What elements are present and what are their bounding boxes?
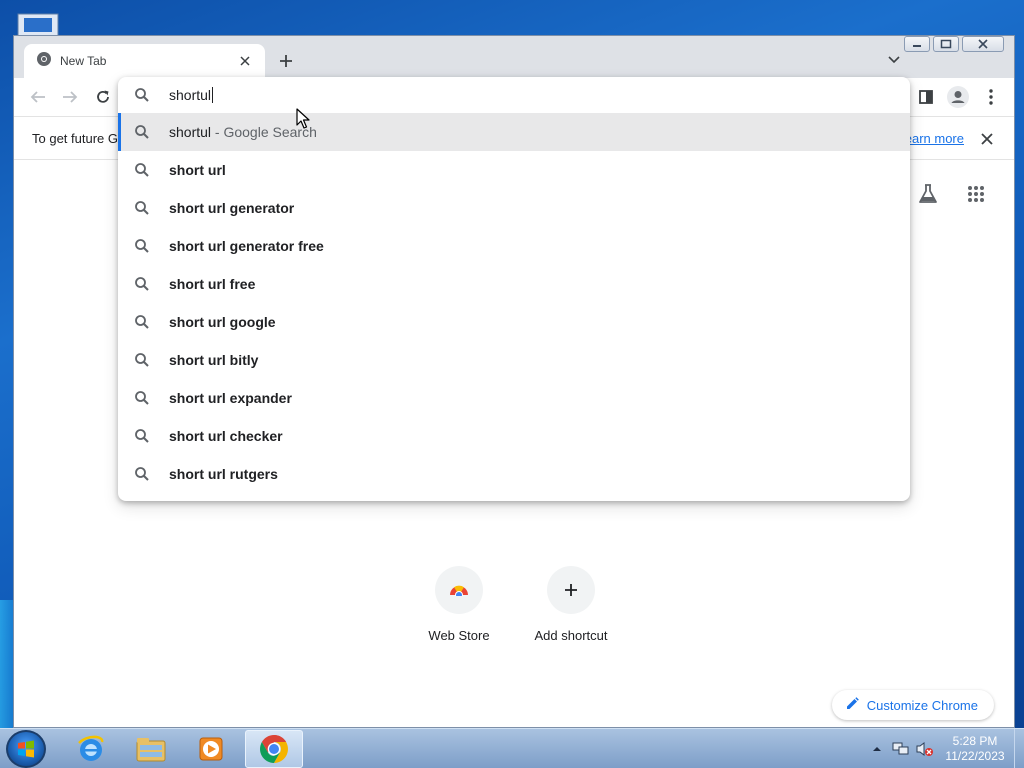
- desktop-wallpaper-accent: [0, 600, 14, 730]
- taskbar-file-explorer-icon[interactable]: [122, 730, 180, 768]
- web-store-icon: [435, 566, 483, 614]
- search-icon: [134, 428, 150, 444]
- tab-close-icon[interactable]: [237, 53, 253, 69]
- search-icon: [134, 162, 150, 178]
- suggestion-text: short url: [169, 162, 226, 178]
- omnibox-suggestion[interactable]: short url rutgers: [118, 455, 910, 493]
- network-icon[interactable]: [892, 740, 910, 758]
- search-icon: [134, 352, 150, 368]
- omnibox-suggestion[interactable]: shortul - Google Search: [118, 113, 910, 151]
- side-panel-button[interactable]: [914, 85, 938, 109]
- start-button[interactable]: [6, 730, 46, 768]
- show-hidden-icons-icon[interactable]: [868, 740, 886, 758]
- omnibox-suggestion[interactable]: short url generator: [118, 189, 910, 227]
- omnibox-text: shortul: [169, 87, 214, 103]
- forward-button[interactable]: [58, 85, 82, 109]
- search-icon: [134, 466, 150, 482]
- show-desktop-button[interactable]: [1014, 729, 1024, 768]
- customize-chrome-button[interactable]: Customize Chrome: [831, 690, 994, 720]
- taskbar-internet-explorer-icon[interactable]: [62, 730, 120, 768]
- omnibox-suggestion[interactable]: short url checker: [118, 417, 910, 455]
- shortcut-add[interactable]: Add shortcut: [521, 566, 621, 643]
- volume-muted-icon[interactable]: [916, 740, 934, 758]
- text-caret: [212, 87, 214, 103]
- search-icon: [134, 200, 150, 216]
- omnibox-suggestion[interactable]: short url: [118, 151, 910, 189]
- omnibox-suggestion[interactable]: short url google: [118, 303, 910, 341]
- search-icon: [134, 390, 150, 406]
- taskbar-media-player-icon[interactable]: [182, 730, 240, 768]
- search-icon: [134, 314, 150, 330]
- desktop-computer-icon[interactable]: [16, 10, 62, 37]
- omnibox-suggestion[interactable]: short url bitly: [118, 341, 910, 379]
- suggestion-list: shortul - Google Search short url short ur…: [118, 113, 910, 493]
- chrome-favicon-icon: [36, 51, 52, 72]
- system-clock[interactable]: 5:28 PM 11/22/2023: [940, 734, 1010, 764]
- pencil-icon: [846, 697, 859, 713]
- back-button[interactable]: [26, 85, 50, 109]
- tab-title: New Tab: [60, 54, 107, 68]
- suggestion-text: short url rutgers: [169, 466, 278, 482]
- system-tray: 5:28 PM 11/22/2023: [868, 729, 1024, 768]
- mouse-pointer-icon: [296, 108, 310, 130]
- chrome-labs-flask-icon[interactable]: [914, 180, 942, 208]
- omnibox-dropdown: shortul shortul - Google Search short url…: [118, 77, 910, 501]
- new-tab-button[interactable]: [276, 51, 296, 71]
- omnibox-suggestion[interactable]: short url generator free: [118, 227, 910, 265]
- profile-avatar-icon[interactable]: [946, 85, 970, 109]
- search-icon: [134, 238, 150, 254]
- suggestion-text: short url generator: [169, 200, 295, 216]
- suggestion-text: short url google: [169, 314, 276, 330]
- search-icon: [134, 276, 150, 292]
- tab-new-tab[interactable]: New Tab: [24, 44, 265, 78]
- google-apps-grid-icon[interactable]: [962, 180, 990, 208]
- suggestion-text: shortul - Google Search: [169, 124, 317, 140]
- tab-search-chevron-icon[interactable]: [884, 50, 904, 70]
- suggestion-text: short url free: [169, 276, 256, 292]
- clock-time: 5:28 PM: [952, 734, 998, 748]
- infobar-close-icon[interactable]: [978, 130, 996, 148]
- search-icon: [134, 124, 150, 140]
- shortcut-label: Web Store: [428, 628, 490, 643]
- search-icon: [134, 87, 150, 103]
- clock-date: 11/22/2023: [945, 749, 1005, 763]
- customize-chrome-label: Customize Chrome: [866, 697, 978, 713]
- tab-strip: New Tab: [14, 36, 1014, 78]
- add-icon: [547, 566, 595, 614]
- suggestion-text: short url checker: [169, 428, 283, 444]
- chrome-menu-button[interactable]: [979, 85, 1003, 109]
- address-bar-input[interactable]: shortul: [118, 77, 910, 113]
- suggestion-text: short url bitly: [169, 352, 259, 368]
- shortcut-label: Add shortcut: [534, 628, 608, 643]
- omnibox-suggestion[interactable]: short url expander: [118, 379, 910, 417]
- shortcut-web-store[interactable]: Web Store: [409, 566, 509, 643]
- reload-button[interactable]: [91, 85, 115, 109]
- suggestion-text: short url expander: [169, 390, 292, 406]
- taskbar: 5:28 PM 11/22/2023: [0, 728, 1024, 768]
- suggestion-text: short url generator free: [169, 238, 324, 254]
- omnibox-suggestion[interactable]: short url free: [118, 265, 910, 303]
- taskbar-google-chrome-icon[interactable]: [245, 730, 303, 768]
